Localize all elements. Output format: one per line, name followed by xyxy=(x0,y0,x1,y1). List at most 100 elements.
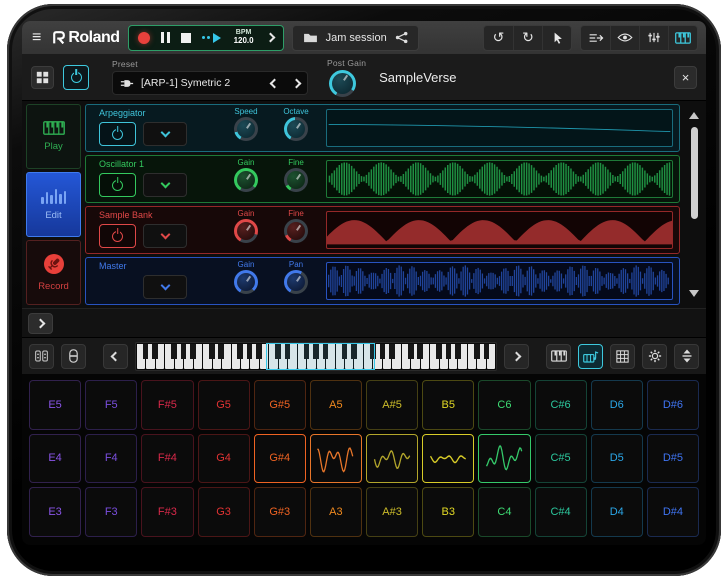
keyboard-toggle-button[interactable] xyxy=(668,25,697,51)
strip-power-button[interactable] xyxy=(99,173,136,197)
pad-note[interactable]: G#5 xyxy=(254,380,306,430)
resize-panel-button[interactable] xyxy=(674,344,699,369)
wheel-button[interactable] xyxy=(61,344,86,369)
share-icon[interactable] xyxy=(395,31,408,44)
gain-knob[interactable] xyxy=(234,270,258,294)
pad-note[interactable]: D#5 xyxy=(647,434,699,484)
transport-expand-icon[interactable] xyxy=(265,33,275,43)
octave-knob[interactable] xyxy=(284,117,308,141)
pad-note[interactable]: E5 xyxy=(29,380,81,430)
sidebar-item-edit[interactable]: Edit xyxy=(26,172,81,237)
black-key[interactable] xyxy=(181,344,187,360)
apps-button[interactable] xyxy=(31,66,54,89)
black-key[interactable] xyxy=(171,344,177,360)
waveform-display[interactable] xyxy=(326,211,673,249)
pad-sample[interactable] xyxy=(366,434,418,484)
strip-power-button[interactable] xyxy=(99,224,136,248)
pads-view-button[interactable] xyxy=(29,344,54,369)
pad-note[interactable]: E3 xyxy=(29,487,81,537)
stop-icon[interactable] xyxy=(181,33,191,43)
pad-note[interactable]: C4 xyxy=(478,487,530,537)
octave-left-button[interactable] xyxy=(103,344,128,369)
pad-note[interactable]: A5 xyxy=(310,380,362,430)
menu-icon[interactable]: ≡ xyxy=(30,30,43,46)
pad-note[interactable]: G4 xyxy=(198,434,250,484)
black-key[interactable] xyxy=(218,344,224,360)
sidebar-item-play[interactable]: Play xyxy=(26,104,81,169)
black-key[interactable] xyxy=(436,344,442,360)
plugin-power-button[interactable] xyxy=(63,65,89,90)
scroll-up-icon[interactable] xyxy=(689,112,699,119)
pan-knob[interactable] xyxy=(284,270,308,294)
auto-scroll-button[interactable] xyxy=(581,25,610,51)
pad-note[interactable]: D#4 xyxy=(647,487,699,537)
pad-note[interactable]: E4 xyxy=(29,434,81,484)
preset-next-icon[interactable] xyxy=(292,78,302,88)
fine-knob[interactable] xyxy=(284,168,308,192)
octave-right-button[interactable] xyxy=(504,344,529,369)
mini-keyboard[interactable] xyxy=(135,342,497,371)
pad-note[interactable]: G#4 xyxy=(254,434,306,484)
black-key[interactable] xyxy=(474,344,480,360)
pad-note[interactable]: A#3 xyxy=(366,487,418,537)
pad-note[interactable]: C6 xyxy=(478,380,530,430)
preset-prev-icon[interactable] xyxy=(270,78,280,88)
black-key[interactable] xyxy=(143,344,149,360)
black-key[interactable] xyxy=(417,344,423,360)
pad-sample[interactable] xyxy=(422,434,474,484)
waveform-display[interactable] xyxy=(326,160,673,198)
scale-keyboard-mode-button[interactable] xyxy=(578,344,603,369)
keyboard-settings-button[interactable] xyxy=(642,344,667,369)
black-key[interactable] xyxy=(446,344,452,360)
mixer-button[interactable] xyxy=(639,25,668,51)
black-key[interactable] xyxy=(209,344,215,360)
black-key[interactable] xyxy=(389,344,395,360)
pad-note[interactable]: B3 xyxy=(422,487,474,537)
black-key[interactable] xyxy=(237,344,243,360)
fine-knob[interactable] xyxy=(284,219,308,243)
pad-note[interactable]: B5 xyxy=(422,380,474,430)
bpm-display[interactable]: BPM 120.0 xyxy=(232,29,256,45)
pad-note[interactable]: D#6 xyxy=(647,380,699,430)
pad-matrix-button[interactable] xyxy=(610,344,635,369)
black-key[interactable] xyxy=(152,344,158,360)
pad-note[interactable]: F4 xyxy=(85,434,137,484)
expand-panel-button[interactable] xyxy=(28,313,53,334)
pad-sample[interactable] xyxy=(310,434,362,484)
scroll-down-icon[interactable] xyxy=(689,290,699,297)
strip-power-button[interactable] xyxy=(99,122,136,146)
pad-note[interactable]: G#3 xyxy=(254,487,306,537)
black-key[interactable] xyxy=(380,344,386,360)
undo-button[interactable]: ↺ xyxy=(484,25,513,51)
strip-dropdown[interactable] xyxy=(143,122,187,146)
black-key[interactable] xyxy=(190,344,196,360)
pad-note[interactable]: F#4 xyxy=(141,434,193,484)
preset-selector[interactable]: [ARP-1] Symetric 2 xyxy=(112,71,308,95)
pad-note[interactable]: F#3 xyxy=(141,487,193,537)
pad-note[interactable]: D4 xyxy=(591,487,643,537)
pad-note[interactable]: F#5 xyxy=(141,380,193,430)
strip-dropdown[interactable] xyxy=(143,173,187,197)
pad-note[interactable]: A#5 xyxy=(366,380,418,430)
pad-note[interactable]: D5 xyxy=(591,434,643,484)
keyboard-visible-range[interactable] xyxy=(266,343,376,370)
strip-dropdown[interactable] xyxy=(143,275,187,299)
strips-scrollbar[interactable] xyxy=(684,104,704,305)
pad-sample[interactable] xyxy=(478,434,530,484)
pad-note[interactable]: C#5 xyxy=(535,434,587,484)
pad-note[interactable]: A3 xyxy=(310,487,362,537)
pad-note[interactable]: G5 xyxy=(198,380,250,430)
black-key[interactable] xyxy=(256,344,262,360)
scrollbar-thumb[interactable] xyxy=(691,127,698,219)
pointer-tool-button[interactable] xyxy=(542,25,571,51)
pause-icon[interactable] xyxy=(161,32,170,43)
close-plugin-button[interactable]: × xyxy=(674,66,697,89)
pad-note[interactable]: G3 xyxy=(198,487,250,537)
pad-note[interactable]: C#4 xyxy=(535,487,587,537)
waveform-display[interactable] xyxy=(326,262,673,300)
visibility-button[interactable] xyxy=(610,25,639,51)
pad-note[interactable]: C#6 xyxy=(535,380,587,430)
pad-note[interactable]: F5 xyxy=(85,380,137,430)
waveform-display[interactable] xyxy=(326,109,673,147)
post-gain-knob[interactable] xyxy=(329,70,356,97)
